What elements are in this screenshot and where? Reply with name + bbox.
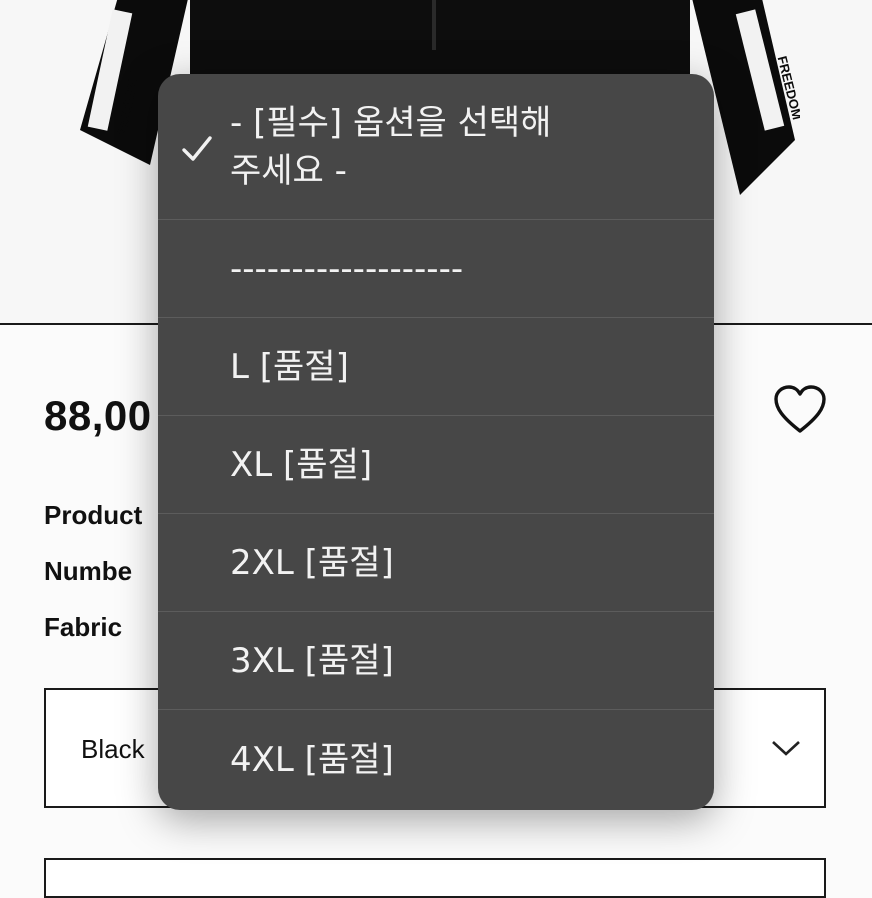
heart-icon[interactable] [772, 384, 828, 436]
option-select[interactable] [44, 858, 826, 898]
chevron-down-icon [772, 741, 800, 756]
color-select-value: Black [81, 734, 145, 764]
checkmark-icon [182, 136, 212, 161]
menu-item-size-2xl[interactable]: 2XL [품절] [158, 514, 714, 612]
spec-label-fabric: Fabric [44, 612, 123, 642]
menu-item-size-l[interactable]: L [품절] [158, 318, 714, 416]
menu-item-size-4xl[interactable]: 4XL [품절] [158, 710, 714, 810]
spec-label-product: Product [44, 500, 143, 530]
menu-item-required-option[interactable]: - [필수] 옵션을 선택해 주세요 - [158, 74, 714, 220]
menu-item-label: L [품절] [230, 346, 349, 387]
menu-item-label: XL [품절] [230, 444, 373, 485]
product-price: 88,00 [44, 392, 152, 439]
menu-item-label: 3XL [품절] [230, 640, 394, 681]
menu-item-size-3xl[interactable]: 3XL [품절] [158, 612, 714, 710]
menu-item-label: - [필수] 옵션을 선택해 주세요 - [230, 102, 552, 191]
menu-item-label: 4XL [품절] [230, 740, 394, 780]
menu-item-label: ------------------- [230, 248, 464, 289]
menu-item-separator[interactable]: ------------------- [158, 220, 714, 318]
option-dropdown-menu: - [필수] 옵션을 선택해 주세요 - -------------------… [158, 74, 714, 810]
spec-label-number: Numbe [44, 556, 133, 586]
menu-item-label: 2XL [품절] [230, 542, 394, 583]
menu-item-size-xl[interactable]: XL [품절] [158, 416, 714, 514]
